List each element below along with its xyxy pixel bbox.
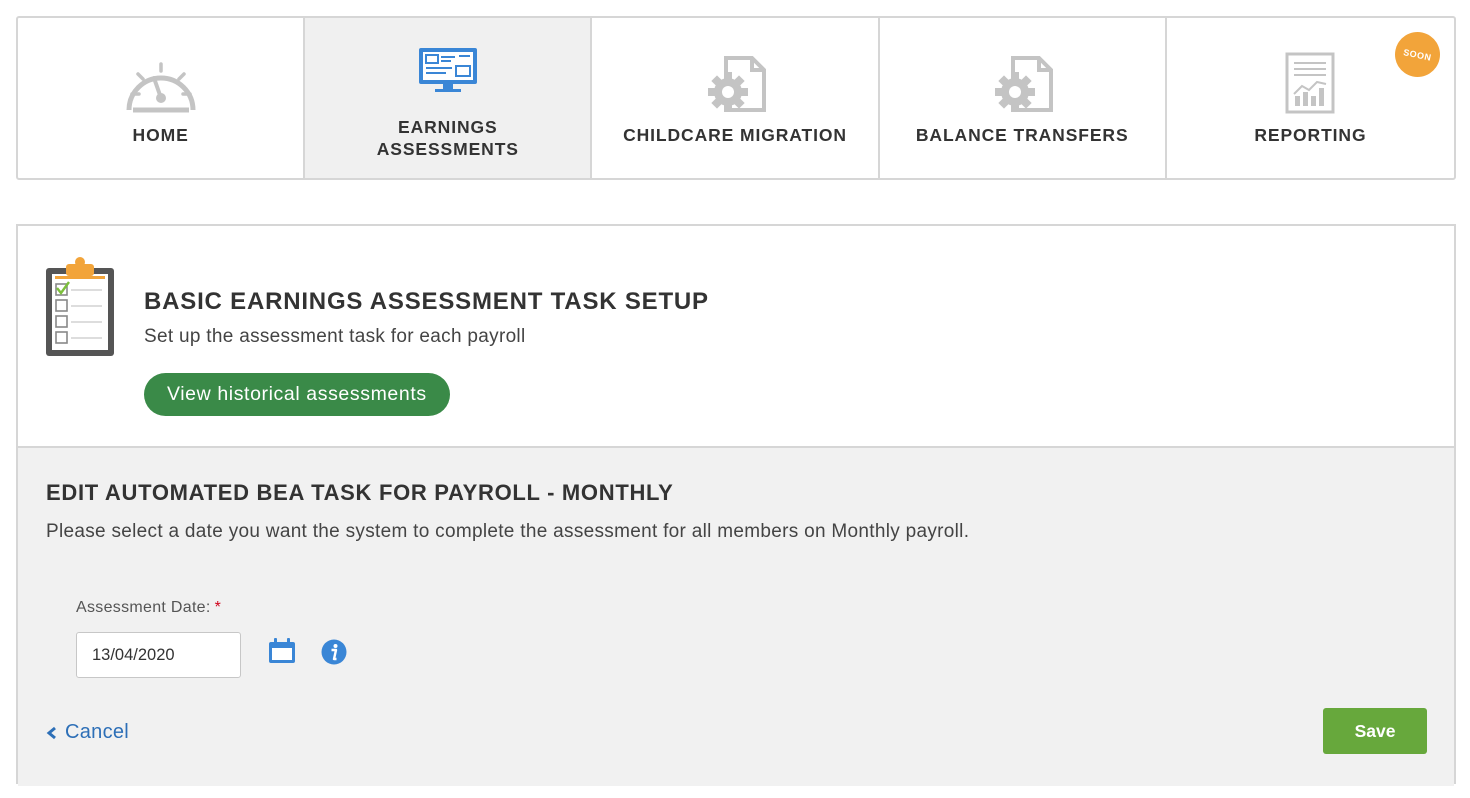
tab-reporting-label: REPORTING xyxy=(1254,125,1367,145)
tab-home[interactable]: HOME xyxy=(18,18,306,178)
chevron-left-icon xyxy=(46,726,58,740)
tab-reporting[interactable]: SOON REPORTING xyxy=(1167,18,1454,178)
setup-header: BASIC EARNINGS ASSESSMENT TASK SETUP Set… xyxy=(18,226,1454,448)
clipboard-checklist-icon xyxy=(46,256,114,361)
speedometer-icon xyxy=(18,48,303,114)
assessment-date-input[interactable] xyxy=(76,632,241,678)
tab-balance-transfers-label: BALANCE TRANSFERS xyxy=(915,125,1129,145)
tab-childcare-migration-label: CHILDCARE MIGRATION xyxy=(623,125,847,145)
view-historical-assessments-button[interactable]: View historical assessments xyxy=(144,373,450,416)
tab-earnings-label-text: EARNINGS ASSESSMENTS xyxy=(376,117,519,159)
module-nav: HOME EARNINGS ASSESSMENTS CHILDCARE MIGR… xyxy=(16,16,1456,180)
tab-earnings-assessments[interactable]: EARNINGS ASSESSMENTS xyxy=(305,18,593,178)
page-title: BASIC EARNINGS ASSESSMENT TASK SETUP xyxy=(144,288,709,315)
edit-section-title: EDIT AUTOMATED BEA TASK FOR PAYROLL - MO… xyxy=(46,480,674,505)
save-button[interactable]: Save xyxy=(1323,708,1427,754)
cancel-link[interactable]: Cancel xyxy=(46,721,129,744)
assessment-date-label: Assessment Date: * xyxy=(76,599,221,617)
gear-document-icon xyxy=(592,48,877,114)
monitor-icon xyxy=(305,46,590,96)
tab-home-label: HOME xyxy=(132,125,189,145)
cancel-label: Cancel xyxy=(65,721,130,743)
tab-balance-transfers[interactable]: BALANCE TRANSFERS xyxy=(880,18,1167,178)
edit-task-section: EDIT AUTOMATED BEA TASK FOR PAYROLL - MO… xyxy=(18,448,1454,786)
assessment-setup-panel: BASIC EARNINGS ASSESSMENT TASK SETUP Set… xyxy=(16,224,1456,786)
info-icon[interactable] xyxy=(321,639,347,670)
assessment-date-label-text: Assessment Date: xyxy=(76,599,211,616)
page-subtitle: Set up the assessment task for each payr… xyxy=(144,326,526,347)
edit-section-description: Please select a date you want the system… xyxy=(46,521,970,542)
calendar-icon[interactable] xyxy=(268,638,296,669)
tab-earnings-assessments-label: EARNINGS ASSESSMENTS xyxy=(305,116,590,160)
required-marker: * xyxy=(214,599,222,616)
gear-document-icon xyxy=(880,48,1165,114)
tab-childcare-migration[interactable]: CHILDCARE MIGRATION xyxy=(592,18,880,178)
report-chart-icon xyxy=(1167,48,1454,114)
